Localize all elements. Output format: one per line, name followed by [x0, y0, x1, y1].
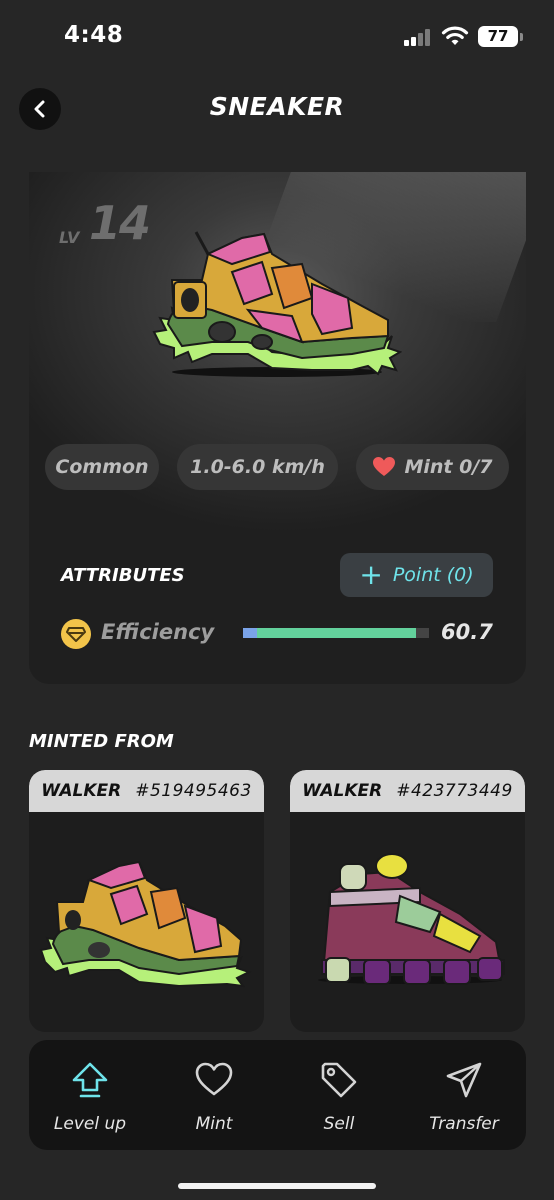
efficiency-bar	[243, 628, 429, 638]
parent-card-header: WALKER #519495463	[29, 770, 264, 812]
efficiency-bar-fill	[257, 628, 416, 638]
attributes-title: ATTRIBUTES	[61, 565, 185, 586]
sell-button[interactable]: Sell	[284, 1060, 394, 1140]
parent-sneaker-image	[318, 853, 505, 985]
efficiency-value: 60.7	[441, 620, 493, 644]
sneaker-card: LV 14 Common 1.0-6.0 km/h Mint 0/7 ATTRI…	[29, 172, 526, 684]
add-point-button[interactable]: + Point (0)	[340, 553, 493, 597]
parent-id: #423773449	[396, 781, 513, 801]
heart-icon	[195, 1062, 233, 1096]
parent-type: WALKER	[302, 781, 383, 801]
mint-chip: Mint 0/7	[356, 444, 509, 490]
mint-label: Mint	[195, 1114, 233, 1134]
arrow-up-icon	[72, 1062, 108, 1098]
mint-count-label: Mint 0/7	[404, 456, 493, 478]
parent-id: #519495463	[135, 781, 252, 801]
tag-icon	[321, 1062, 357, 1098]
parent-sneaker-card[interactable]: WALKER #519495463	[29, 770, 264, 1032]
level-up-button[interactable]: Level up	[35, 1060, 145, 1140]
parent-sneaker-image	[39, 860, 252, 988]
transfer-button[interactable]: Transfer	[409, 1060, 519, 1140]
page-title: SNEAKER	[209, 92, 345, 121]
parent-card-header: WALKER #423773449	[290, 770, 525, 812]
heart-icon	[373, 457, 396, 476]
parent-type: WALKER	[41, 781, 122, 801]
efficiency-bar-base	[243, 628, 257, 638]
efficiency-label: Efficiency	[101, 620, 215, 644]
send-icon	[446, 1062, 482, 1098]
wifi-icon	[441, 26, 469, 45]
sneaker-image	[152, 231, 402, 377]
status-time: 4:48	[64, 22, 124, 48]
parent-sneaker-card[interactable]: WALKER #423773449	[290, 770, 525, 1032]
sell-label: Sell	[323, 1114, 355, 1134]
plus-icon: +	[359, 558, 383, 591]
home-indicator[interactable]	[178, 1183, 376, 1189]
mint-button[interactable]: Mint	[159, 1060, 269, 1140]
level-value: 14	[89, 196, 151, 250]
speed-range-label: 1.0-6.0 km/h	[190, 456, 325, 478]
battery-indicator: 77	[478, 26, 523, 47]
status-bar: 4:48 77	[0, 0, 554, 72]
action-bar: Level up Mint Sell Transfer	[29, 1040, 526, 1150]
level-prefix: LV	[59, 228, 80, 247]
cellular-signal-icon	[404, 28, 432, 46]
minted-from-title: MINTED FROM	[29, 731, 174, 752]
transfer-label: Transfer	[429, 1114, 499, 1134]
point-button-label: Point (0)	[392, 564, 474, 586]
quality-label: Common	[55, 456, 149, 478]
speed-chip: 1.0-6.0 km/h	[177, 444, 338, 490]
quality-chip: Common	[45, 444, 159, 490]
efficiency-icon	[61, 619, 91, 649]
level-up-label: Level up	[53, 1114, 127, 1134]
